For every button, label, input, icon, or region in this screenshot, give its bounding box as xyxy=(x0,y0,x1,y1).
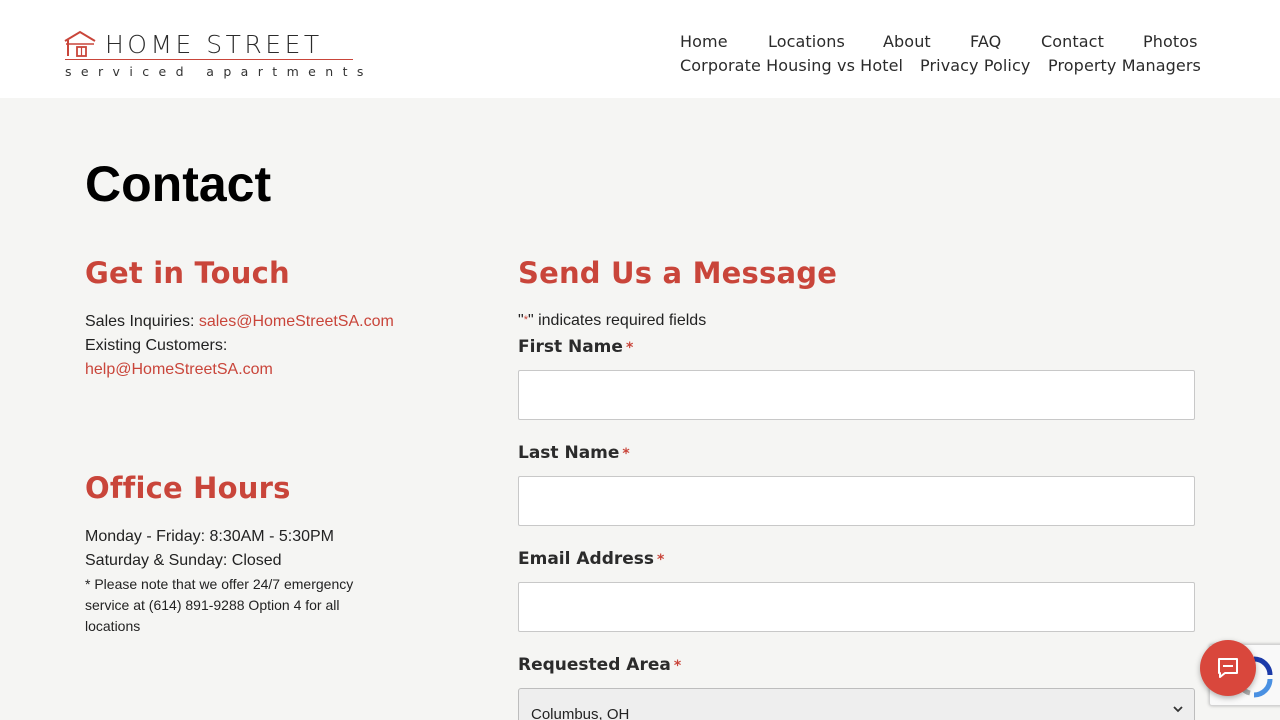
page-title: Contact xyxy=(85,156,272,212)
last-name-input[interactable] xyxy=(518,476,1195,526)
required-fields-note: "*" indicates required fields xyxy=(518,312,706,330)
office-hours-weekend: Saturday & Sunday: Closed xyxy=(85,552,282,569)
nav-faq[interactable]: FAQ xyxy=(970,32,1001,51)
logo-divider xyxy=(65,59,353,60)
last-name-label: Last Name * xyxy=(518,443,630,463)
required-star: * xyxy=(625,340,634,356)
nav-photos[interactable]: Photos xyxy=(1143,32,1198,51)
sales-inquiries-line: Sales Inquiries: sales@HomeStreetSA.com xyxy=(85,310,394,334)
chat-button[interactable] xyxy=(1200,640,1256,696)
first-name-label: First Name * xyxy=(518,337,633,357)
nav-contact[interactable]: Contact xyxy=(1041,32,1104,51)
requested-area-label: Requested Area * xyxy=(518,655,681,675)
required-note-text: " indicates required fields xyxy=(527,312,707,329)
site-header: HOME STREET serviced apartments Home Loc… xyxy=(0,0,1280,98)
nav-privacy-policy[interactable]: Privacy Policy xyxy=(920,56,1030,75)
office-hours-weekdays: Monday - Friday: 8:30AM - 5:30PM xyxy=(85,528,334,545)
email-label: Email Address * xyxy=(518,549,664,569)
nav-about[interactable]: About xyxy=(883,32,931,51)
help-email-link[interactable]: help@HomeStreetSA.com xyxy=(85,361,273,378)
nav-locations[interactable]: Locations xyxy=(768,32,845,51)
emergency-service-note: * Please note that we offer 24/7 emergen… xyxy=(85,576,354,634)
required-star: * xyxy=(673,658,682,674)
sales-inquiries-label: Sales Inquiries: xyxy=(85,313,195,330)
logo-subtitle: serviced apartments xyxy=(65,64,373,79)
main-nav: Home Locations About FAQ Contact Photos … xyxy=(670,30,1230,80)
nav-corporate-housing[interactable]: Corporate Housing vs Hotel xyxy=(680,56,903,75)
existing-customers-label: Existing Customers: xyxy=(85,337,228,354)
chevron-down-icon xyxy=(1173,706,1183,713)
required-star: * xyxy=(622,446,630,462)
first-name-label-text: First Name xyxy=(518,337,623,357)
office-hours-heading: Office Hours xyxy=(85,471,291,505)
site-logo[interactable]: HOME STREET serviced apartments xyxy=(63,28,363,80)
help-email-line: help@HomeStreetSA.com xyxy=(85,358,273,382)
nav-property-managers[interactable]: Property Managers xyxy=(1048,56,1201,75)
logo-title: HOME STREET xyxy=(105,30,323,59)
required-star: * xyxy=(657,552,665,568)
first-name-input[interactable] xyxy=(518,370,1195,420)
house-logo-icon xyxy=(64,30,96,57)
email-input[interactable] xyxy=(518,582,1195,632)
requested-area-label-text: Requested Area xyxy=(518,655,671,675)
email-label-text: Email Address xyxy=(518,549,655,569)
chat-bubble-icon xyxy=(1218,658,1238,678)
sales-email-link[interactable]: sales@HomeStreetSA.com xyxy=(199,313,394,330)
requested-area-value: Columbus, OH xyxy=(531,706,630,720)
send-message-heading: Send Us a Message xyxy=(518,256,838,290)
requested-area-select[interactable]: Columbus, OH xyxy=(518,688,1195,720)
last-name-label-text: Last Name xyxy=(518,443,620,463)
get-in-touch-heading: Get in Touch xyxy=(85,256,290,290)
nav-home[interactable]: Home xyxy=(680,32,728,51)
